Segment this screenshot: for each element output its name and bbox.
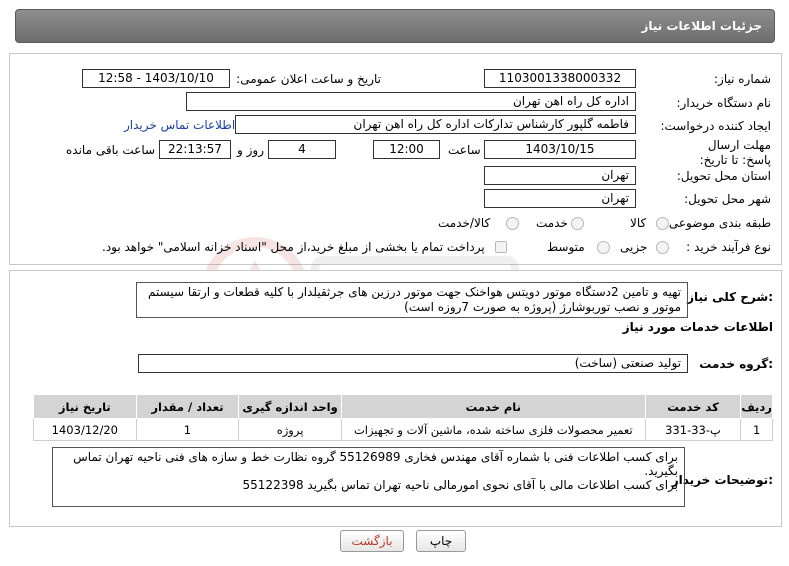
col-row-header: ردیف xyxy=(740,394,773,419)
page-title: جزئیات اطلاعات نیاز xyxy=(641,19,762,33)
need-number-label: شماره نیاز: xyxy=(714,72,771,86)
cell-quantity: 1 xyxy=(135,418,240,441)
process-medium-label: متوسط xyxy=(547,240,585,254)
remaining-time-field: 22:13:57 xyxy=(159,140,231,159)
category-goods-radio[interactable] xyxy=(656,217,669,230)
need-number-field: 1103001338000332 xyxy=(484,69,636,88)
buyer-notes-line-1: برای کسب اطلاعات فنی با شماره آقای مهندس… xyxy=(73,450,678,478)
back-button[interactable]: بازگشت xyxy=(340,530,404,552)
category-both-radio[interactable] xyxy=(506,217,519,230)
cell-service-code: پ-33-331 xyxy=(644,418,742,441)
cell-need-date: 1403/12/20 xyxy=(33,418,137,441)
remaining-time-label: ساعت باقی مانده xyxy=(66,143,156,157)
delivery-province-field: تهران xyxy=(484,166,636,185)
services-table: ردیف کد خدمت نام خدمت واحد اندازه گیری ت… xyxy=(33,394,773,441)
request-creator-field: فاطمه گلپور کارشناس تدارکات اداره کل راه… xyxy=(235,115,636,134)
deadline-date-field: 1403/10/15 xyxy=(484,140,636,159)
days-label: روز و xyxy=(237,143,264,157)
remaining-days-field: 4 xyxy=(268,140,336,159)
col-name-header: نام خدمت xyxy=(340,394,646,419)
announce-datetime-field: 1403/10/10 - 12:58 xyxy=(82,69,230,88)
request-creator-label: ایجاد کننده درخواست: xyxy=(660,119,771,133)
buyer-contact-link[interactable]: اطلاعات تماس خریدار xyxy=(124,118,235,132)
service-group-label: گروه خدمت: xyxy=(699,357,773,371)
deadline-time-label: ساعت xyxy=(448,143,481,157)
cell-unit: پروژه xyxy=(238,418,342,441)
cell-service-name: تعمیر محصولات فلزی ساخته شده، ماشین آلات… xyxy=(340,418,646,441)
delivery-province-label: استان محل تحویل: xyxy=(676,169,771,183)
page-header-bar: جزئیات اطلاعات نیاز xyxy=(15,9,775,43)
buyer-org-label: نام دستگاه خریدار: xyxy=(676,96,772,110)
col-quantity-header: تعداد / مقدار xyxy=(135,394,240,419)
table-row: 1 پ-33-331 تعمیر محصولات فلزی ساخته شده،… xyxy=(33,418,773,441)
buyer-org-field: اداره کل راه اهن تهران xyxy=(186,92,636,111)
service-group-field: تولید صنعتی (ساخت) xyxy=(138,354,688,373)
col-code-header: کد خدمت xyxy=(644,394,742,419)
buyer-notes-label: توضیحات خریدار: xyxy=(671,473,773,487)
delivery-city-label: شهر محل تحویل: xyxy=(684,192,771,206)
deadline-label: مهلت ارسال پاسخ: تا تاریخ: xyxy=(699,138,771,167)
buyer-notes-line-2: برای کسب اطلاعات مالی با آقای نحوی امورم… xyxy=(242,478,678,492)
services-table-header: ردیف کد خدمت نام خدمت واحد اندازه گیری ت… xyxy=(33,394,773,419)
general-description-label: شرح کلی نیاز: xyxy=(687,290,773,304)
process-minor-radio[interactable] xyxy=(656,241,669,254)
process-medium-radio[interactable] xyxy=(597,241,610,254)
announce-datetime-label: تاریخ و ساعت اعلان عمومی: xyxy=(236,72,381,86)
general-description-field: تهیه و تامین 2دستگاه موتور دویتس هواخنک … xyxy=(136,282,688,318)
deadline-time-field: 12:00 xyxy=(373,140,440,159)
category-goods-label: کالا xyxy=(630,216,647,230)
process-minor-label: جزیی xyxy=(620,240,648,254)
treasury-payment-note: پرداخت تمام یا بخشی از مبلغ خرید،از محل … xyxy=(102,240,485,254)
col-date-header: تاریخ نیاز xyxy=(33,394,137,419)
col-unit-header: واحد اندازه گیری xyxy=(238,394,342,419)
print-button[interactable]: چاپ xyxy=(416,530,466,552)
category-both-label: کالا/خدمت xyxy=(438,216,491,230)
treasury-payment-checkbox[interactable] xyxy=(495,241,507,253)
category-service-label: خدمت xyxy=(536,216,568,230)
category-label: طبقه بندی موضوعی: xyxy=(664,216,771,230)
cell-row-number: 1 xyxy=(740,418,773,441)
process-type-label: نوع فرآیند خرید : xyxy=(686,240,771,254)
delivery-city-field: تهران xyxy=(484,189,636,208)
category-service-radio[interactable] xyxy=(571,217,584,230)
services-section-title: اطلاعات خدمات مورد نیاز xyxy=(622,320,773,334)
buyer-notes-field: برای کسب اطلاعات فنی با شماره آقای مهندس… xyxy=(52,447,685,507)
